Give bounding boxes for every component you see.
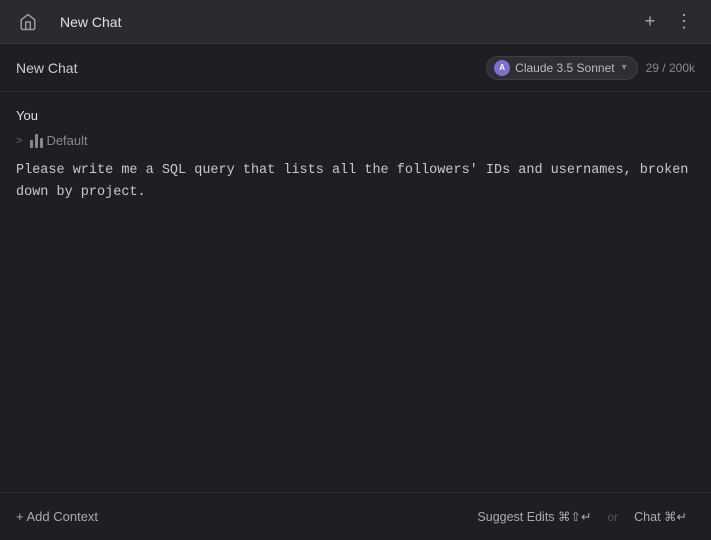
thinking-chevron[interactable]: > bbox=[16, 135, 22, 147]
back-icon bbox=[19, 13, 37, 31]
title-bar-actions: + ⋮ bbox=[635, 7, 711, 37]
model-chevron: ▾ bbox=[622, 62, 627, 73]
chat-title: New Chat bbox=[16, 60, 77, 76]
chat-header: New Chat A Claude 3.5 Sonnet ▾ 29 / 200k bbox=[0, 44, 711, 92]
title-bar: New Chat + ⋮ bbox=[0, 0, 711, 44]
message-text: Please write me a SQL query that lists a… bbox=[16, 160, 695, 203]
add-button[interactable]: + bbox=[635, 7, 665, 37]
message-sender: You bbox=[16, 108, 695, 123]
bottom-bar: + Add Context Suggest Edits ⌘⇧↵ or Chat … bbox=[0, 492, 711, 540]
bottom-actions: Suggest Edits ⌘⇧↵ or Chat ⌘↵ bbox=[469, 505, 695, 528]
bar-1 bbox=[30, 140, 33, 148]
bar-3 bbox=[40, 138, 43, 148]
thinking-icon: Default bbox=[30, 133, 87, 148]
app-window: New Chat + ⋮ New Chat A Claude 3.5 Sonne… bbox=[0, 0, 711, 540]
back-button[interactable] bbox=[0, 13, 56, 31]
window-title: New Chat bbox=[56, 14, 635, 30]
thinking-block: > Default bbox=[16, 133, 695, 148]
chat-area: You > Default Please write me a SQL quer… bbox=[0, 92, 711, 492]
more-button[interactable]: ⋮ bbox=[669, 7, 699, 37]
chat-button[interactable]: Chat ⌘↵ bbox=[626, 505, 695, 528]
bar-2 bbox=[35, 134, 38, 148]
action-separator: or bbox=[607, 510, 618, 524]
chat-header-right: A Claude 3.5 Sonnet ▾ 29 / 200k bbox=[486, 56, 695, 80]
model-icon: A bbox=[494, 60, 510, 76]
suggest-edits-button[interactable]: Suggest Edits ⌘⇧↵ bbox=[469, 505, 599, 528]
model-name: Claude 3.5 Sonnet bbox=[515, 61, 614, 75]
thinking-label: Default bbox=[46, 133, 87, 148]
add-context-button[interactable]: + Add Context bbox=[16, 509, 98, 524]
model-selector[interactable]: A Claude 3.5 Sonnet ▾ bbox=[486, 56, 637, 80]
token-count: 29 / 200k bbox=[646, 61, 695, 75]
thinking-bars-icon bbox=[30, 134, 43, 148]
